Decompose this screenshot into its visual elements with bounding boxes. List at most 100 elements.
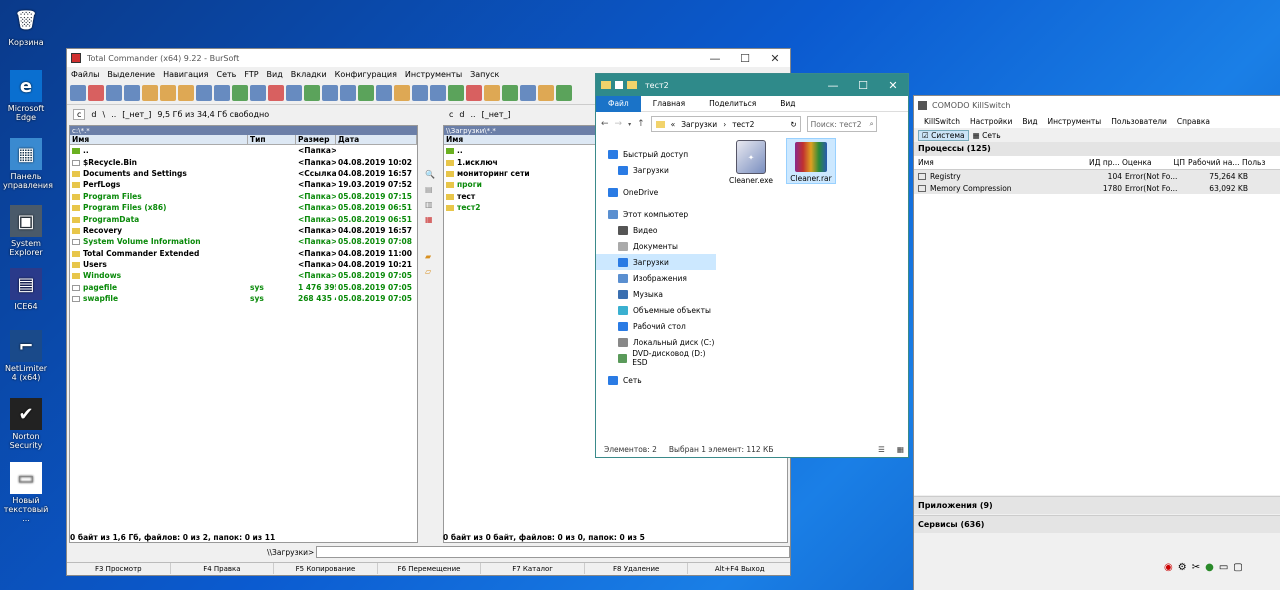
ks-menu-item[interactable]: Вид [1022,117,1037,126]
function-key-button[interactable]: Alt+F4 Выход [688,563,790,574]
right-up[interactable]: .. [470,110,475,119]
address-bar[interactable]: « Загрузки › тест2 ↻ [650,116,801,132]
nav-item[interactable]: Документы [596,238,716,254]
toolbar-button-icon[interactable] [520,84,536,101]
file-row[interactable]: Users <Папка> 04.08.2019 10:21 [70,259,417,270]
left-column-header[interactable]: Имя Тип Размер Дата [70,135,417,145]
col-proc-name[interactable]: Имя [914,158,1089,167]
file-row[interactable]: Documents and Settings <Ссылка>04.08.2019… [70,168,417,179]
right-drive-c[interactable]: c [449,110,453,119]
toolbar-button-icon[interactable] [484,84,500,101]
file-row[interactable]: Total Commander Extended <Папка> 04.08.201… [70,248,417,259]
close-button[interactable]: ✕ [760,52,790,65]
toolbar-button-icon[interactable] [394,84,410,101]
tab-system[interactable]: ☑ Система [918,129,969,141]
exp-maximize-button[interactable]: ☐ [848,79,878,92]
nav-item[interactable]: Этот компьютер [596,206,716,222]
shield-icon[interactable]: ● [1205,562,1214,573]
maximize-button[interactable]: ☐ [730,52,760,65]
left-net[interactable]: \ [102,110,105,119]
toolbar-button-icon[interactable] [178,84,194,101]
ks-menu-item[interactable]: Инструменты [1048,117,1102,126]
file-row[interactable]: Recovery <Папка> 04.08.2019 16:57 [70,225,417,236]
history-icon[interactable]: ▾ [628,121,631,128]
ribbon-tab[interactable]: Вид [768,96,807,112]
details-view-icon[interactable]: ☰ [878,445,885,454]
tc-menu-item[interactable]: Выделение [107,70,155,79]
desktop-icon[interactable]: 🗑 Корзина [3,4,49,47]
tools-icon[interactable]: ✂ [1192,562,1200,573]
newfolder-icon[interactable]: ▰ [425,252,441,261]
function-key-button[interactable]: F6 Перемещение [378,563,482,574]
toolbar-button-icon[interactable] [214,84,230,101]
toolbar-button-icon[interactable] [304,84,320,101]
toolbar-button-icon[interactable] [322,84,338,101]
tc-menu-item[interactable]: Вид [267,70,283,79]
col-size[interactable]: Размер [296,135,336,144]
function-key-button[interactable]: F4 Правка [171,563,275,574]
function-key-button[interactable]: F7 Каталог [481,563,585,574]
explorer-titlebar[interactable]: тест2 — ☐ ✕ [596,74,908,96]
exp-close-button[interactable]: ✕ [878,79,908,92]
col-pid[interactable]: ИД пр... [1089,158,1122,167]
ribbon-tab[interactable]: Главная [641,96,697,112]
desktop-icon[interactable]: ▤ ICE64 [3,268,49,311]
left-up[interactable]: .. [111,110,116,119]
find-icon[interactable]: 🔍 [425,170,441,179]
monitor-icon[interactable]: ▭ [1219,562,1228,573]
copy-icon[interactable]: ▤ [425,185,441,194]
nav-item[interactable]: Музыка [596,286,716,302]
exp-minimize-button[interactable]: — [818,79,848,92]
toolbar-button-icon[interactable] [556,84,572,101]
nav-item[interactable]: Изображения [596,270,716,286]
col-mem[interactable]: Рабочий на... [1188,158,1242,167]
ks-menu-item[interactable]: Справка [1177,117,1210,126]
file-exe[interactable]: ✦ Cleaner.exe [728,140,774,185]
col-user[interactable]: Польз [1242,158,1272,167]
minimize-button[interactable]: — [700,52,730,65]
col-date[interactable]: Дата [336,135,417,144]
toolbar-button-icon[interactable] [340,84,356,101]
process-row[interactable]: Registry 104 Error(Not Fo... 75,264 KB [914,170,1280,182]
gear-icon[interactable]: ⚙ [1178,562,1187,573]
nav-item[interactable]: Загрузки [596,254,716,270]
file-rar[interactable]: Cleaner.rar [786,138,836,184]
function-key-button[interactable]: F5 Копирование [274,563,378,574]
toolbar-button-icon[interactable] [412,84,428,101]
toolbar-button-icon[interactable] [142,84,158,101]
function-key-button[interactable]: F3 Просмотр [67,563,171,574]
col-rating[interactable]: Оценка [1122,158,1172,167]
breadcrumb-downloads[interactable]: Загрузки [681,120,717,129]
cmd-input[interactable] [316,546,790,558]
nav-item[interactable]: Объемные объекты [596,302,716,318]
ks-titlebar[interactable]: COMODO KillSwitch [914,96,1280,114]
explorer-window[interactable]: тест2 — ☐ ✕ Файл Главная Поделиться Вид ← → ▾… [595,73,909,458]
nav-item[interactable]: OneDrive [596,184,716,200]
unpack-icon[interactable]: ▱ [425,267,441,276]
toolbar-button-icon[interactable] [70,84,86,101]
toolbar-button-icon[interactable] [196,84,212,101]
tc-menu-item[interactable]: Навигация [163,70,208,79]
services-header[interactable]: Сервисы (636) [914,515,1280,533]
desktop-icon[interactable]: ✔ Norton Security [3,398,49,450]
toolbar-button-icon[interactable] [466,84,482,101]
tc-menu-item[interactable]: FTP [244,70,258,79]
nav-item[interactable]: Видео [596,222,716,238]
tc-menu-item[interactable]: Файлы [71,70,99,79]
ribbon-tab[interactable]: Файл [596,95,641,112]
toolbar-button-icon[interactable] [376,84,392,101]
breadcrumb-test2[interactable]: тест2 [732,120,754,129]
col-cpu[interactable]: ЦП [1172,158,1188,167]
tiles-view-icon[interactable]: ▦ [897,445,904,454]
left-drive-d[interactable]: d [91,110,96,119]
tc-menu-item[interactable]: Запуск [470,70,499,79]
ks-menu-item[interactable]: KillSwitch [924,117,960,126]
file-row[interactable]: $Recycle.Bin <Папка> 04.08.2019 10:02 [70,156,417,167]
file-row[interactable]: .. <Папка> [70,145,417,156]
desktop-icon[interactable]: ⌐ NetLimiter 4 (x64) [3,330,49,382]
killswitch-window[interactable]: COMODO KillSwitch KillSwitch Настройки Вид… [913,95,1280,590]
tc-menu-item[interactable]: Вкладки [291,70,327,79]
col-name[interactable]: Имя [70,135,248,144]
tc-menu-item[interactable]: Сеть [216,70,236,79]
desktop-icon[interactable]: ▭ Новый текстовый ... [3,462,49,523]
